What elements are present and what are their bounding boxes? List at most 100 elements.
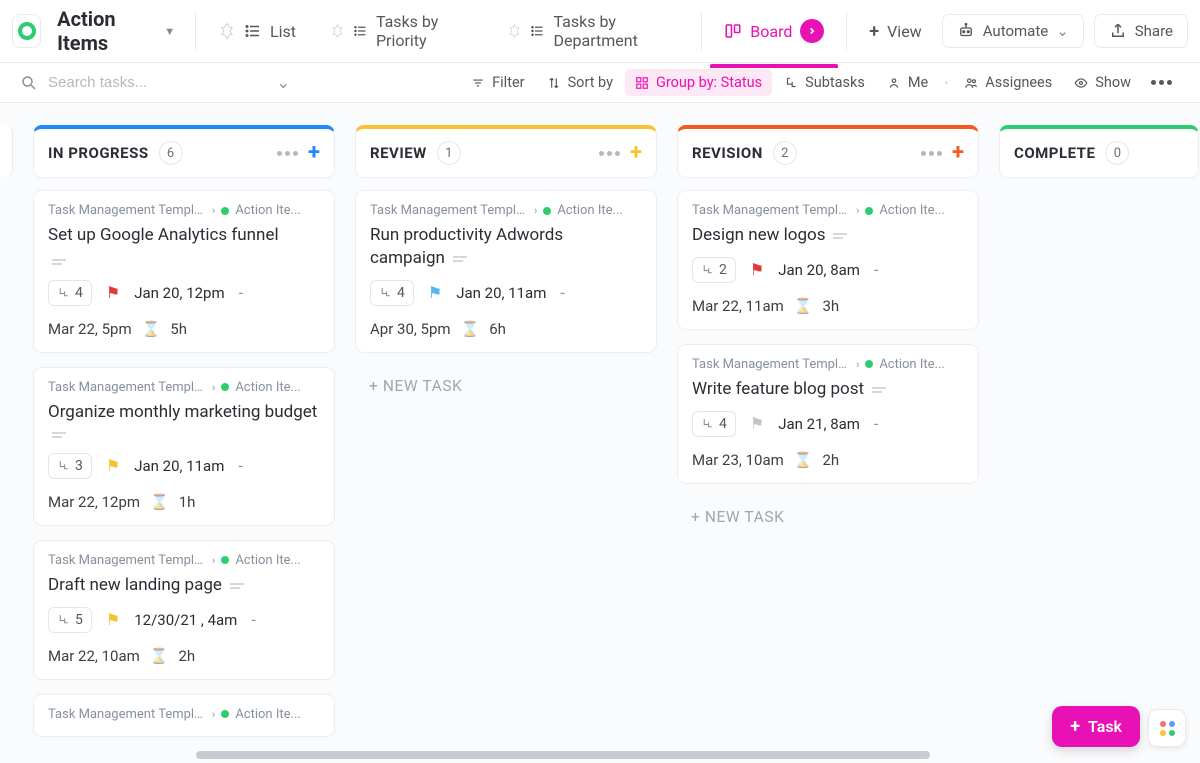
task-card[interactable]: Task Management Templat... › Action Ite.… <box>33 540 335 680</box>
group-icon <box>635 76 649 90</box>
crumb-parent[interactable]: Task Management Templat... <box>692 357 850 372</box>
column-add-button[interactable]: + <box>308 142 320 164</box>
crumb-parent[interactable]: Task Management Templat... <box>48 553 206 568</box>
description-icon <box>52 432 66 438</box>
search-field[interactable]: ⌄ <box>20 73 290 92</box>
subtask-icon <box>701 263 714 276</box>
crumb-child[interactable]: Action Ite... <box>235 380 300 395</box>
task-card-partial[interactable]: Task Management Templat... › Action Ite.… <box>33 694 335 737</box>
view-tab-department[interactable]: Tasks by Department <box>493 4 693 58</box>
subtask-count: 2 <box>719 262 727 278</box>
subtask-icon <box>701 417 714 430</box>
column-header[interactable]: COMPLETE 0 <box>999 125 1199 178</box>
automate-label: Automate <box>983 22 1048 40</box>
task-card[interactable]: Task Management Templat... › Action Ite.… <box>33 190 335 353</box>
search-input[interactable] <box>48 74 267 91</box>
collapsed-column[interactable] <box>0 125 13 177</box>
subtask-badge[interactable]: 5 <box>48 607 92 633</box>
apps-button[interactable] <box>1148 709 1186 747</box>
view-tab-list[interactable]: List <box>204 14 310 49</box>
crumb-parent[interactable]: Task Management Templat... <box>48 707 206 722</box>
hourglass-icon: ⌛ <box>150 647 169 665</box>
column-menu-button[interactable] <box>921 151 942 156</box>
robot-icon <box>957 22 975 40</box>
column-menu-button[interactable] <box>599 151 620 156</box>
separator: • <box>944 76 948 90</box>
new-task-fab[interactable]: + Task <box>1052 706 1140 747</box>
column-menu-button[interactable] <box>277 151 298 156</box>
sort-button[interactable]: Sort by <box>537 69 623 96</box>
priority-flag-icon[interactable]: ⚑ <box>428 283 442 302</box>
view-tab-board[interactable]: Board <box>710 11 838 51</box>
people-icon <box>964 76 978 90</box>
column-complete: COMPLETE 0 <box>999 125 1199 741</box>
column-add-button[interactable]: + <box>952 142 964 164</box>
column-header[interactable]: REVIEW 1 + <box>355 125 657 178</box>
crumb-child[interactable]: Action Ite... <box>235 707 300 722</box>
subtask-badge[interactable]: 4 <box>370 280 414 306</box>
add-view-button[interactable]: + View <box>855 13 936 50</box>
crumb-child[interactable]: Action Ite... <box>235 553 300 568</box>
task-card[interactable]: Task Management Templat... › Action Ite.… <box>33 367 335 526</box>
page-title[interactable]: Action Items <box>57 7 154 55</box>
subtask-badge[interactable]: 4 <box>48 280 92 306</box>
filter-button[interactable]: Filter <box>461 69 534 96</box>
crumb-parent[interactable]: Task Management Templat... <box>370 203 528 218</box>
task-card[interactable]: Task Management Templat... › Action Ite.… <box>677 190 979 330</box>
subtask-icon <box>379 286 392 299</box>
task-card[interactable]: Task Management Templat... › Action Ite.… <box>677 344 979 484</box>
subtask-badge[interactable]: 2 <box>692 257 736 283</box>
priority-flag-icon[interactable]: ⚑ <box>106 283 120 302</box>
apps-grid-icon <box>1160 721 1175 736</box>
show-button[interactable]: Show <box>1064 69 1141 96</box>
search-icon <box>20 74 38 92</box>
pin-icon <box>218 22 236 40</box>
subtask-badge[interactable]: 4 <box>692 411 736 437</box>
column-header[interactable]: IN PROGRESS 6 + <box>33 125 335 178</box>
crumb-parent[interactable]: Task Management Templat... <box>48 203 206 218</box>
assignees-label: Assignees <box>985 74 1052 91</box>
crumb-child[interactable]: Action Ite... <box>879 203 944 218</box>
crumb-child[interactable]: Action Ite... <box>879 357 944 372</box>
crumb-parent[interactable]: Task Management Templat... <box>48 380 206 395</box>
priority-flag-icon[interactable]: ⚑ <box>106 456 120 475</box>
column-title: REVIEW <box>370 144 427 162</box>
list-icon <box>244 22 262 40</box>
hourglass-icon: ⌛ <box>794 297 813 315</box>
share-button[interactable]: Share <box>1094 14 1188 48</box>
column-title: IN PROGRESS <box>48 144 149 162</box>
description-icon <box>833 233 847 239</box>
me-button[interactable]: Me <box>877 69 938 96</box>
column-add-button[interactable]: + <box>630 142 642 164</box>
date-dash: - <box>874 260 878 279</box>
horizontal-scrollbar[interactable] <box>196 751 930 759</box>
app-logo[interactable] <box>12 14 41 48</box>
crumb-child[interactable]: Action Ite... <box>235 203 300 218</box>
priority-flag-icon[interactable]: ⚑ <box>750 260 764 279</box>
breadcrumb: Task Management Templat... › Action Ite.… <box>692 203 964 218</box>
assignees-button[interactable]: Assignees <box>954 69 1062 96</box>
title-dropdown-icon[interactable]: ▼ <box>164 25 175 38</box>
group-label: Group by: Status <box>656 74 762 91</box>
new-task-button[interactable]: + NEW TASK <box>677 498 979 536</box>
crumb-child[interactable]: Action Ite... <box>557 203 622 218</box>
column-count: 2 <box>773 141 797 165</box>
board-expand-icon[interactable] <box>800 19 824 43</box>
column-header[interactable]: REVISION 2 + <box>677 125 979 178</box>
subtask-badge[interactable]: 3 <box>48 453 92 479</box>
me-label: Me <box>908 74 928 91</box>
priority-flag-icon[interactable]: ⚑ <box>106 610 120 629</box>
divider <box>846 12 847 50</box>
subtasks-button[interactable]: Subtasks <box>774 69 875 96</box>
priority-flag-icon[interactable]: ⚑ <box>750 414 764 433</box>
chevron-right-icon: › <box>212 204 215 217</box>
more-options-button[interactable] <box>1143 74 1180 91</box>
automate-button[interactable]: Automate ⌄ <box>942 14 1084 48</box>
chevron-down-icon[interactable]: ⌄ <box>277 73 290 92</box>
view-tab-priority[interactable]: Tasks by Priority <box>316 4 487 58</box>
group-by-button[interactable]: Group by: Status <box>625 69 772 96</box>
task-card[interactable]: Task Management Templat... › Action Ite.… <box>355 190 657 353</box>
crumb-parent[interactable]: Task Management Templat... <box>692 203 850 218</box>
new-task-button[interactable]: + NEW TASK <box>355 367 657 405</box>
hourglass-icon: ⌛ <box>461 320 480 338</box>
